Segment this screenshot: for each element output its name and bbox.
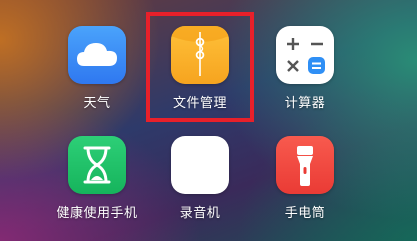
app-label-flashlight: 手电筒 <box>284 206 326 221</box>
app-label-weather: 天气 <box>83 96 111 111</box>
calculator-icon <box>287 38 325 74</box>
app-calculator[interactable]: 计算器 <box>260 26 350 111</box>
app-flashlight-tile[interactable] <box>276 136 334 194</box>
flashlight-icon <box>297 146 313 186</box>
highlight-box <box>146 12 254 122</box>
app-digital-wellbeing[interactable]: 健康使用手机 <box>52 136 142 221</box>
app-weather-tile[interactable] <box>68 26 126 84</box>
app-calculator-tile[interactable] <box>276 26 334 84</box>
cloud-icon <box>77 43 117 66</box>
app-label-calculator: 计算器 <box>284 96 326 111</box>
app-flashlight[interactable]: 手电筒 <box>260 136 350 221</box>
hourglass-icon <box>83 146 111 184</box>
sound-wave-icon <box>179 146 223 184</box>
app-recorder-tile[interactable] <box>171 136 229 194</box>
app-label-recorder: 录音机 <box>179 206 221 221</box>
app-weather[interactable]: 天气 <box>52 26 142 111</box>
app-recorder[interactable]: 录音机 <box>155 136 245 221</box>
app-label-digital-wellbeing: 健康使用手机 <box>56 206 138 221</box>
app-digital-wellbeing-tile[interactable] <box>68 136 126 194</box>
